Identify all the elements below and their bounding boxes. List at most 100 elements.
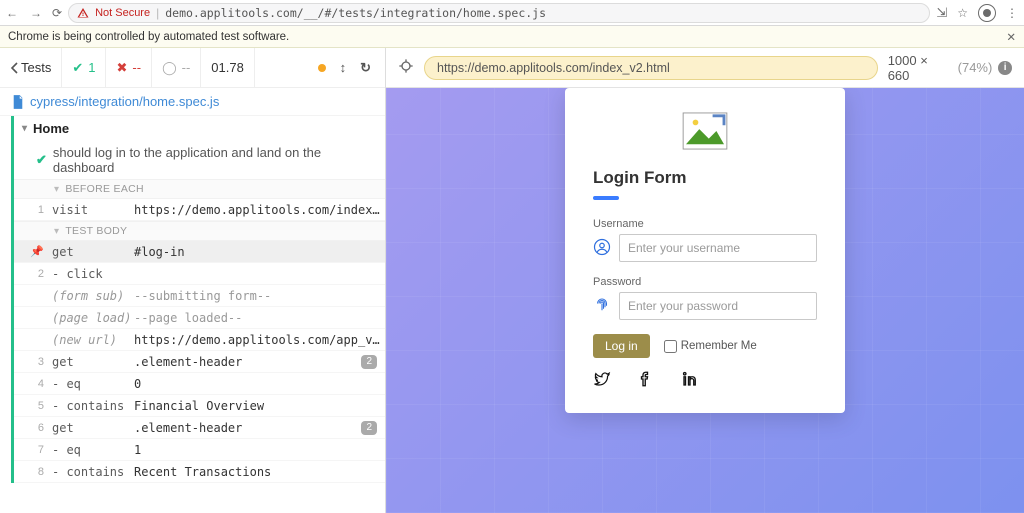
runner-header: Tests ✔ 1 ✖ -- ◯ -- 01.78 ↕ ↻ [0,48,385,88]
rerun-icon[interactable]: ↻ [360,60,371,76]
back-arrow-icon[interactable]: ← [6,6,18,20]
command-message: Financial Overview [134,399,385,413]
scale-value: (74%) [958,60,993,75]
username-label: Username [593,218,817,230]
command-message: .element-header [134,355,361,369]
broken-image-icon [682,112,728,150]
remember-label: Remember Me [681,340,757,352]
profile-avatar-icon[interactable] [978,4,996,22]
linkedin-icon[interactable] [681,370,699,391]
login-button[interactable]: Log in [593,334,650,358]
preview-url[interactable]: https://demo.applitools.com/index_v2.htm… [424,56,878,80]
command-row[interactable]: (form sub)--submitting form-- [14,285,385,307]
command-name: - eq [52,377,134,391]
resize-icon[interactable]: ↕ [340,60,347,75]
command-message: https://demo.applitools.com/index_v2… [134,203,385,217]
command-number: 5 [14,400,52,412]
command-number: 8 [14,466,52,478]
command-message: .element-header [134,421,361,435]
fingerprint-icon [593,296,611,317]
password-input[interactable] [619,292,817,320]
command-row[interactable]: 3get.element-header2 [14,351,385,373]
command-row[interactable]: 8- containsRecent Transactions [14,461,385,483]
command-name: - click [52,267,134,281]
automation-banner: Chrome is being controlled by automated … [0,26,1024,48]
count-badge: 2 [361,355,377,369]
spec-path: cypress/integration/home.spec.js [30,94,219,109]
close-icon[interactable]: ✕ [1006,30,1016,44]
describe-title: Home [33,121,69,136]
info-icon[interactable]: i [998,61,1012,75]
command-message: --page loaded-- [134,311,385,325]
actions-row: Log in Remember Me [593,334,817,358]
command-name: - contains [52,399,134,413]
kebab-menu-icon[interactable]: ⋮ [1006,6,1018,20]
stats-duration: 01.78 [201,48,255,87]
command-name: (form sub) [52,289,134,303]
preview-toolbar: https://demo.applitools.com/index_v2.htm… [386,48,1024,88]
before-each-header[interactable]: ▾ BEFORE EACH [14,179,385,199]
reload-icon[interactable]: ⟳ [52,6,62,20]
forward-arrow-icon[interactable]: → [30,6,42,20]
logo [593,112,817,150]
divider: | [156,6,159,20]
qr-icon[interactable]: ⇲ [936,5,947,21]
login-title: Login Form [593,168,817,188]
warn-triangle-icon [77,7,89,19]
caret-down-icon: ▾ [22,123,27,134]
passed-count: 1 [88,60,95,75]
command-row[interactable]: (page load)--page loaded-- [14,307,385,329]
x-icon: ✖ [116,60,127,76]
command-number: 6 [14,422,52,434]
user-icon [593,238,611,259]
command-name: - contains [52,465,134,479]
command-row[interactable]: 2- click [14,263,385,285]
command-message: 0 [134,377,385,391]
command-row[interactable]: (new url)https://demo.applitools.com/app… [14,329,385,351]
preview-dimensions: 1000 × 660 (74%) i [888,53,1012,83]
remember-checkbox[interactable] [664,340,677,353]
password-row [593,292,817,320]
command-row[interactable]: 7- eq1 [14,439,385,461]
count-badge: 2 [361,421,377,435]
address-bar[interactable]: Not Secure | demo.applitools.com/__/#/te… [68,3,930,23]
test-body-header[interactable]: ▾ TEST BODY [14,221,385,241]
facebook-icon[interactable] [637,370,655,391]
command-number: 4 [14,378,52,390]
check-icon: ✔ [72,60,83,76]
command-row[interactable]: 5- containsFinancial Overview [14,395,385,417]
command-row[interactable]: 6get.element-header2 [14,417,385,439]
preview-panel: https://demo.applitools.com/index_v2.htm… [386,48,1024,513]
workspace: Tests ✔ 1 ✖ -- ◯ -- 01.78 ↕ ↻ [0,48,1024,513]
aut-background: Login Form Username Password [386,88,1024,513]
back-to-tests[interactable]: Tests [0,48,62,87]
status-dot-icon [318,64,326,72]
twitter-icon[interactable] [593,370,611,391]
star-icon[interactable]: ☆ [957,6,968,20]
command-number: 7 [14,444,52,456]
social-row [593,370,817,391]
command-row[interactable]: 1visithttps://demo.applitools.com/index_… [14,199,385,221]
command-message: https://demo.applitools.com/app_v2.h… [134,333,385,347]
command-number: 2 [14,268,52,280]
dimensions-value: 1000 × 660 [888,53,952,83]
automation-banner-text: Chrome is being controlled by automated … [8,31,289,43]
command-message: Recent Transactions [134,465,385,479]
command-row[interactable]: 4- eq0 [14,373,385,395]
caret-down-icon: ▾ [54,226,59,237]
stats-passed: ✔ 1 [62,48,106,87]
target-icon[interactable] [398,58,414,77]
describe-row[interactable]: ▾ Home [14,116,385,141]
username-input[interactable] [619,234,817,262]
title-underline [593,196,619,200]
spec-path-row[interactable]: cypress/integration/home.spec.js [0,88,385,116]
before-each-label: BEFORE EACH [65,183,144,195]
command-name: (new url) [52,333,134,347]
pending-count: -- [182,60,191,75]
it-row[interactable]: ✔ should log in to the application and l… [14,141,385,179]
remember-me[interactable]: Remember Me [664,340,757,353]
command-name: (page load) [52,311,134,325]
login-card: Login Form Username Password [565,88,845,413]
command-row[interactable]: 📌get#log-in [14,241,385,263]
duration-value: 01.78 [211,60,244,75]
